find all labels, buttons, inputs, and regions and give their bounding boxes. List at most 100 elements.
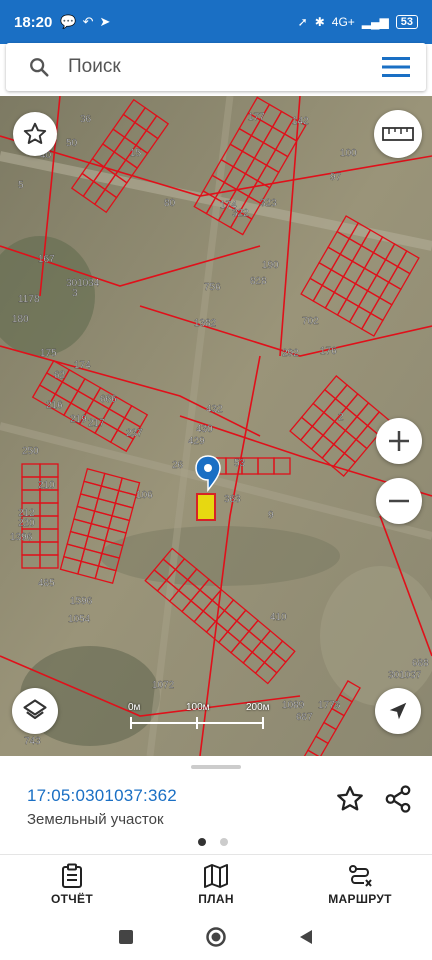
parcel-number-label: 174 bbox=[74, 360, 91, 371]
system-icons: ➚ ✱ 4G+ ▂▄▆ 53 bbox=[298, 15, 418, 29]
home-icon[interactable] bbox=[205, 926, 227, 948]
measure-button[interactable] bbox=[374, 110, 422, 158]
parcel-number-label: 15 bbox=[130, 148, 142, 159]
parcel-number-label: 142 bbox=[292, 116, 309, 127]
parcel-number-label: 666 bbox=[100, 394, 117, 405]
parcel-number-label: 216 bbox=[46, 400, 63, 411]
parcel-number-label: 3 bbox=[72, 288, 78, 299]
zoom-in-button[interactable] bbox=[376, 418, 422, 464]
parcel-number-label: 175 bbox=[40, 348, 57, 359]
zoom-out-button[interactable] bbox=[376, 478, 422, 524]
network-type: 4G+ bbox=[331, 15, 355, 29]
parcel-number-label: 100 bbox=[340, 148, 357, 159]
parcel-number-label: 106 bbox=[136, 490, 153, 501]
star-outline-icon bbox=[23, 122, 47, 144]
navigation-arrow-icon bbox=[389, 702, 407, 720]
parcel-number-label: 220 bbox=[18, 518, 35, 529]
bottom-navigation: ОТЧЁТ ПЛАН МАРШРУТ bbox=[0, 854, 432, 914]
parcel-number-label: 1072 bbox=[152, 680, 175, 691]
parcel-number-label: 1396 bbox=[10, 532, 33, 543]
parcel-number-label: 190 bbox=[262, 260, 279, 271]
scale-label-100: 100м bbox=[186, 702, 210, 713]
selected-parcel[interactable] bbox=[196, 493, 216, 521]
back-icon[interactable] bbox=[297, 928, 315, 946]
parcel-number-label: 430 bbox=[196, 424, 213, 435]
location-icon: ➚ bbox=[297, 15, 308, 29]
map-canvas[interactable]: 365040 15580 174177 14210097301034316711781… bbox=[0, 96, 432, 756]
status-time: 18:20 bbox=[14, 13, 53, 31]
scale-line bbox=[130, 717, 264, 729]
cadastral-map[interactable]: 36 50 40 15 5 80 174 177 142 100 97 301034 3 167 1178 1… bbox=[0, 96, 432, 756]
parcel-number-label: 322 bbox=[232, 208, 249, 219]
star-outline-icon[interactable] bbox=[335, 784, 365, 814]
parcel-number-label: 410 bbox=[270, 612, 287, 623]
parcel-number-label: 1596 bbox=[70, 596, 93, 607]
parcel-number-label: 219 bbox=[70, 414, 87, 425]
search-input[interactable] bbox=[68, 56, 382, 78]
parcel-number-label: 180 bbox=[12, 314, 29, 325]
nav-route[interactable]: МАРШРУТ bbox=[288, 855, 432, 914]
parcel-number-label: 80 bbox=[164, 198, 176, 209]
missed-call-icon: ↶ bbox=[82, 14, 94, 29]
parcel-number-label: 26 bbox=[172, 460, 184, 471]
drag-handle[interactable] bbox=[191, 765, 241, 769]
minus-icon bbox=[389, 499, 409, 503]
notification-icons: 💬 ↶ ➤ bbox=[60, 14, 110, 30]
parcel-number-label: 5 bbox=[18, 180, 24, 191]
parcel-number-label: 687 bbox=[296, 712, 313, 723]
parcel-number-label: 756 bbox=[204, 282, 221, 293]
parcel-type: Земельный участок bbox=[27, 811, 164, 828]
plus-icon bbox=[389, 431, 409, 451]
parcel-number-label: 828 bbox=[250, 276, 267, 287]
parcel-number-label: 301037 bbox=[388, 670, 422, 681]
parcel-number-label: 97 bbox=[330, 172, 342, 183]
layers-button[interactable] bbox=[12, 688, 58, 734]
page-dot bbox=[220, 838, 228, 846]
parcel-number-label: 9 bbox=[268, 510, 274, 521]
share-icon[interactable] bbox=[383, 784, 413, 814]
nav-plan[interactable]: ПЛАН bbox=[144, 855, 288, 914]
parcel-number-label: 167 bbox=[38, 254, 55, 265]
parcel-number-label: 1178 bbox=[18, 294, 40, 305]
parcel-number-label: 292 bbox=[282, 348, 299, 359]
scale-label-0: 0м bbox=[128, 702, 141, 713]
parcel-number-label: 485 bbox=[38, 578, 55, 589]
cadastral-number[interactable]: 17:05:0301037:362 bbox=[27, 786, 177, 806]
screen: 18:20 💬 ↶ ➤ ➚ ✱ 4G+ ▂▄▆ 53 Поиск 36 50 4… bbox=[0, 0, 432, 960]
parcel-number-label: 1773 bbox=[318, 700, 341, 711]
parcel-number-label: 432 bbox=[206, 404, 223, 415]
my-location-button[interactable] bbox=[375, 688, 421, 734]
bluetooth-icon: ✱ bbox=[314, 15, 325, 29]
parcel-number-label: 363 bbox=[224, 494, 241, 505]
parcel-number-label: 210 bbox=[38, 480, 55, 491]
page-dot-active bbox=[198, 838, 206, 846]
layers-icon bbox=[23, 699, 47, 720]
recents-icon[interactable] bbox=[117, 928, 135, 946]
parcel-info-panel[interactable]: 17:05:0301037:362 Земельный участок bbox=[0, 756, 432, 854]
page-indicator bbox=[198, 838, 228, 846]
favorites-button[interactable] bbox=[13, 112, 57, 156]
parcel-number-label: 36 bbox=[80, 114, 92, 125]
status-bar: 18:20 💬 ↶ ➤ ➚ ✱ 4G+ ▂▄▆ 53 bbox=[0, 0, 432, 44]
battery-indicator: 53 bbox=[395, 15, 418, 29]
parcel-number-label: 237 bbox=[126, 428, 143, 439]
parcel-number-label: 2 bbox=[338, 412, 344, 423]
nav-report-label: ОТЧЁТ bbox=[51, 892, 93, 906]
parcel-number-label: 50 bbox=[66, 138, 78, 149]
map-plan-icon bbox=[204, 864, 228, 888]
scale-bar: 0м 100м 200м bbox=[128, 702, 288, 736]
search-icon[interactable] bbox=[28, 56, 50, 78]
chat-icon: 💬 bbox=[60, 14, 77, 29]
nav-plan-label: ПЛАН bbox=[198, 892, 234, 906]
parcel-number-label: 702 bbox=[302, 316, 319, 327]
signal-icon: ▂▄▆ bbox=[361, 15, 389, 29]
parcel-number-label: 176 bbox=[320, 346, 337, 357]
scale-label-200: 200м bbox=[246, 702, 270, 713]
parcel-number-label: 429 bbox=[188, 436, 205, 447]
search-bar bbox=[6, 43, 426, 91]
parcel-number-label: 217 bbox=[88, 418, 105, 429]
parcel-number-label: 1054 bbox=[68, 614, 91, 625]
nav-report[interactable]: ОТЧЁТ bbox=[0, 855, 144, 914]
nav-route-label: МАРШРУТ bbox=[328, 892, 392, 906]
menu-icon[interactable] bbox=[382, 56, 410, 78]
